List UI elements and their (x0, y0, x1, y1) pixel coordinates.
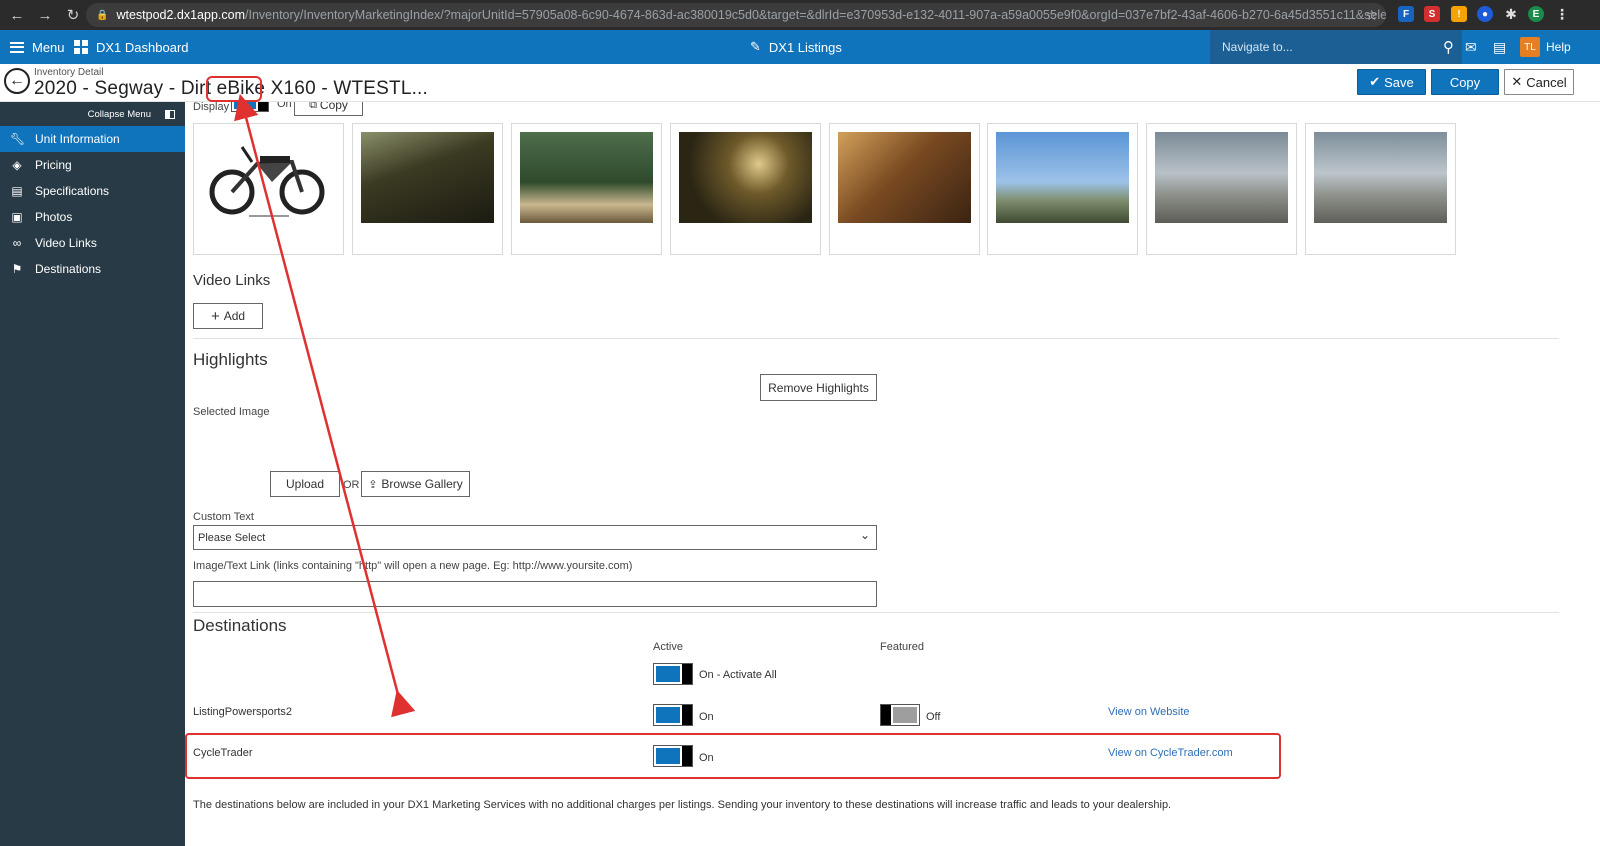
annotation-arrow (234, 93, 416, 718)
